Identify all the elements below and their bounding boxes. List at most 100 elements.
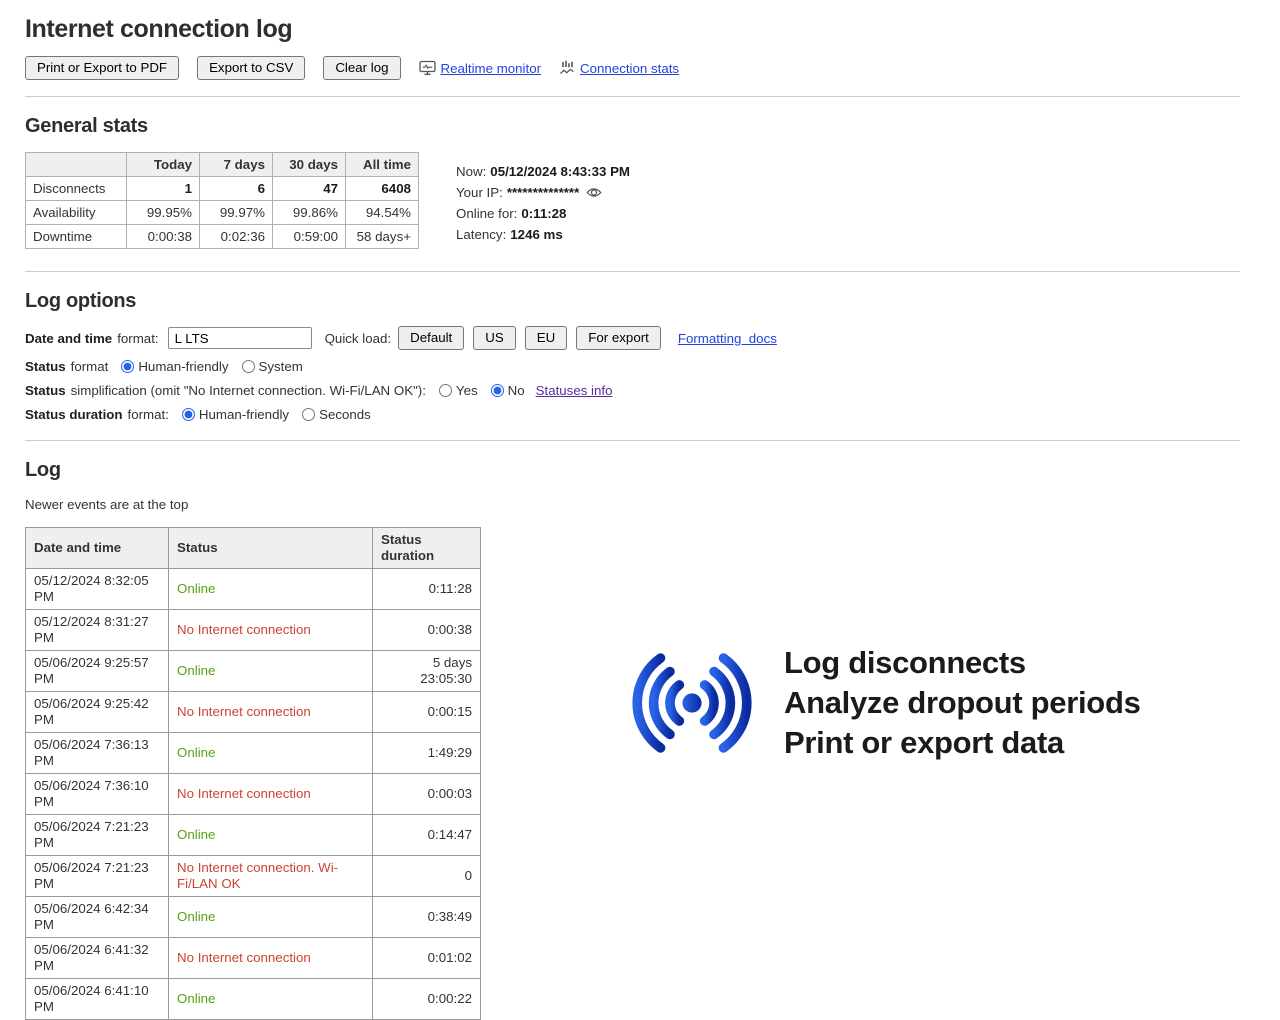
connection-info: Now: 05/12/2024 8:43:33 PM Your IP: ****… — [456, 161, 630, 249]
log-duration: 0:01:02 — [373, 938, 481, 979]
general-stats-section: Today 7 days 30 days All time Disconnect… — [25, 152, 1240, 249]
quick-load-us-button[interactable]: US — [473, 326, 515, 350]
log-status: Online — [169, 651, 373, 692]
promo-line-1: Log disconnects — [784, 643, 1141, 683]
quick-load-eu-button[interactable]: EU — [525, 326, 567, 350]
log-status: No Internet connection — [169, 610, 373, 651]
log-row: 05/12/2024 8:31:27 PM No Internet connec… — [26, 610, 481, 651]
divider — [25, 96, 1240, 97]
stats-label: Availability — [26, 201, 127, 225]
log-row: 05/06/2024 6:41:10 PM Online 0:00:22 — [26, 979, 481, 1020]
stats-header-alltime: All time — [346, 153, 419, 177]
toolbar: Print or Export to PDF Export to CSV Cle… — [25, 56, 1240, 80]
simplification-yes-radio[interactable]: Yes — [439, 383, 478, 398]
promo-line-2: Analyze dropout periods — [784, 683, 1141, 723]
quick-load-label: Quick load: — [325, 331, 392, 346]
now-value: 05/12/2024 8:43:33 PM — [490, 161, 630, 182]
page: Internet connection log Print or Export … — [0, 13, 1280, 1020]
stats-header-empty — [26, 153, 127, 177]
datetime-label-rest: format: — [117, 331, 158, 346]
log-duration: 1:49:29 — [373, 733, 481, 774]
formatting-docs-link[interactable]: Formatting docs — [678, 331, 777, 346]
radio-label: Human-friendly — [199, 407, 289, 422]
stats-value: 99.95% — [127, 201, 200, 225]
status-format-system-radio[interactable]: System — [242, 359, 303, 374]
export-csv-button[interactable]: Export to CSV — [197, 56, 305, 80]
ip-value: ************** — [507, 182, 579, 203]
datetime-format-row: Date and time format: Quick load: Defaul… — [25, 326, 1240, 350]
radio-input[interactable] — [491, 384, 504, 397]
quick-load-buttons: Default US EU For export — [398, 326, 661, 350]
log-date: 05/06/2024 7:21:23 PM — [26, 856, 169, 897]
quick-load-for-export-button[interactable]: For export — [576, 326, 661, 350]
log-duration: 0:38:49 — [373, 897, 481, 938]
stats-header-30days: 30 days — [273, 153, 346, 177]
datetime-format-input[interactable] — [168, 327, 312, 349]
log-duration: 0:14:47 — [373, 815, 481, 856]
log-header-duration: Status duration — [373, 528, 481, 569]
stats-label: Disconnects — [26, 177, 127, 201]
realtime-monitor-link[interactable]: Realtime monitor — [441, 61, 542, 76]
connection-stats-link-group: Connection stats — [559, 60, 679, 76]
log-date: 05/06/2024 9:25:57 PM — [26, 651, 169, 692]
status-format-human-radio[interactable]: Human-friendly — [121, 359, 228, 374]
log-status: Online — [169, 897, 373, 938]
log-header-date: Date and time — [26, 528, 169, 569]
realtime-monitor-link-group: Realtime monitor — [419, 60, 542, 76]
duration-human-radio[interactable]: Human-friendly — [182, 407, 289, 422]
log-status: Online — [169, 815, 373, 856]
radio-input[interactable] — [242, 360, 255, 373]
log-duration: 5 days 23:05:30 — [373, 651, 481, 692]
ip-label: Your IP: — [456, 182, 503, 203]
latency-value: 1246 ms — [510, 224, 563, 245]
radio-input[interactable] — [121, 360, 134, 373]
status-simplification-label-rest: simplification (omit "No Internet connec… — [71, 383, 426, 398]
general-stats-table: Today 7 days 30 days All time Disconnect… — [25, 152, 419, 249]
log-date: 05/06/2024 6:41:10 PM — [26, 979, 169, 1020]
latency-label: Latency: — [456, 224, 506, 245]
stats-value: 1 — [127, 177, 200, 201]
log-status: No Internet connection — [169, 938, 373, 979]
log-date: 05/06/2024 6:41:32 PM — [26, 938, 169, 979]
print-pdf-button[interactable]: Print or Export to PDF — [25, 56, 179, 80]
stats-label: Downtime — [26, 225, 127, 249]
log-header-row: Date and time Status Status duration — [26, 528, 481, 569]
radio-input[interactable] — [302, 408, 315, 421]
now-row: Now: 05/12/2024 8:43:33 PM — [456, 161, 630, 182]
status-duration-label-bold: Status duration — [25, 407, 123, 422]
promo-line-3: Print or export data — [784, 723, 1141, 763]
log-date: 05/06/2024 7:36:13 PM — [26, 733, 169, 774]
log-options-heading: Log options — [25, 288, 1240, 314]
now-label: Now: — [456, 161, 486, 182]
radio-label: Yes — [456, 383, 478, 398]
eye-icon[interactable] — [586, 186, 602, 199]
log-date: 05/12/2024 8:32:05 PM — [26, 569, 169, 610]
monitor-icon — [419, 60, 436, 76]
log-duration: 0:00:03 — [373, 774, 481, 815]
radio-input[interactable] — [182, 408, 195, 421]
connection-stats-link[interactable]: Connection stats — [580, 61, 679, 76]
stats-value: 94.54% — [346, 201, 419, 225]
simplification-no-radio[interactable]: No — [491, 383, 525, 398]
stats-row-disconnects: Disconnects 1 6 47 6408 — [26, 177, 419, 201]
log-date: 05/06/2024 7:36:10 PM — [26, 774, 169, 815]
latency-row: Latency: 1246 ms — [456, 224, 630, 245]
statuses-info-link[interactable]: Statuses info — [536, 383, 613, 398]
datetime-label-bold: Date and time — [25, 331, 112, 346]
quick-load-default-button[interactable]: Default — [398, 326, 464, 350]
stats-header-7days: 7 days — [200, 153, 273, 177]
stats-value: 0:02:36 — [200, 225, 273, 249]
radio-label: System — [259, 359, 303, 374]
status-format-label-bold: Status — [25, 359, 66, 374]
log-heading: Log — [25, 457, 1240, 483]
log-row: 05/06/2024 6:41:32 PM No Internet connec… — [26, 938, 481, 979]
log-date: 05/06/2024 7:21:23 PM — [26, 815, 169, 856]
clear-log-button[interactable]: Clear log — [323, 56, 400, 80]
duration-seconds-radio[interactable]: Seconds — [302, 407, 371, 422]
page-title: Internet connection log — [25, 13, 1240, 45]
radio-input[interactable] — [439, 384, 452, 397]
log-row: 05/06/2024 7:36:13 PM Online 1:49:29 — [26, 733, 481, 774]
log-date: 05/06/2024 6:42:34 PM — [26, 897, 169, 938]
status-format-row: Status format Human-friendly System — [25, 359, 1240, 374]
radio-label: Human-friendly — [138, 359, 228, 374]
